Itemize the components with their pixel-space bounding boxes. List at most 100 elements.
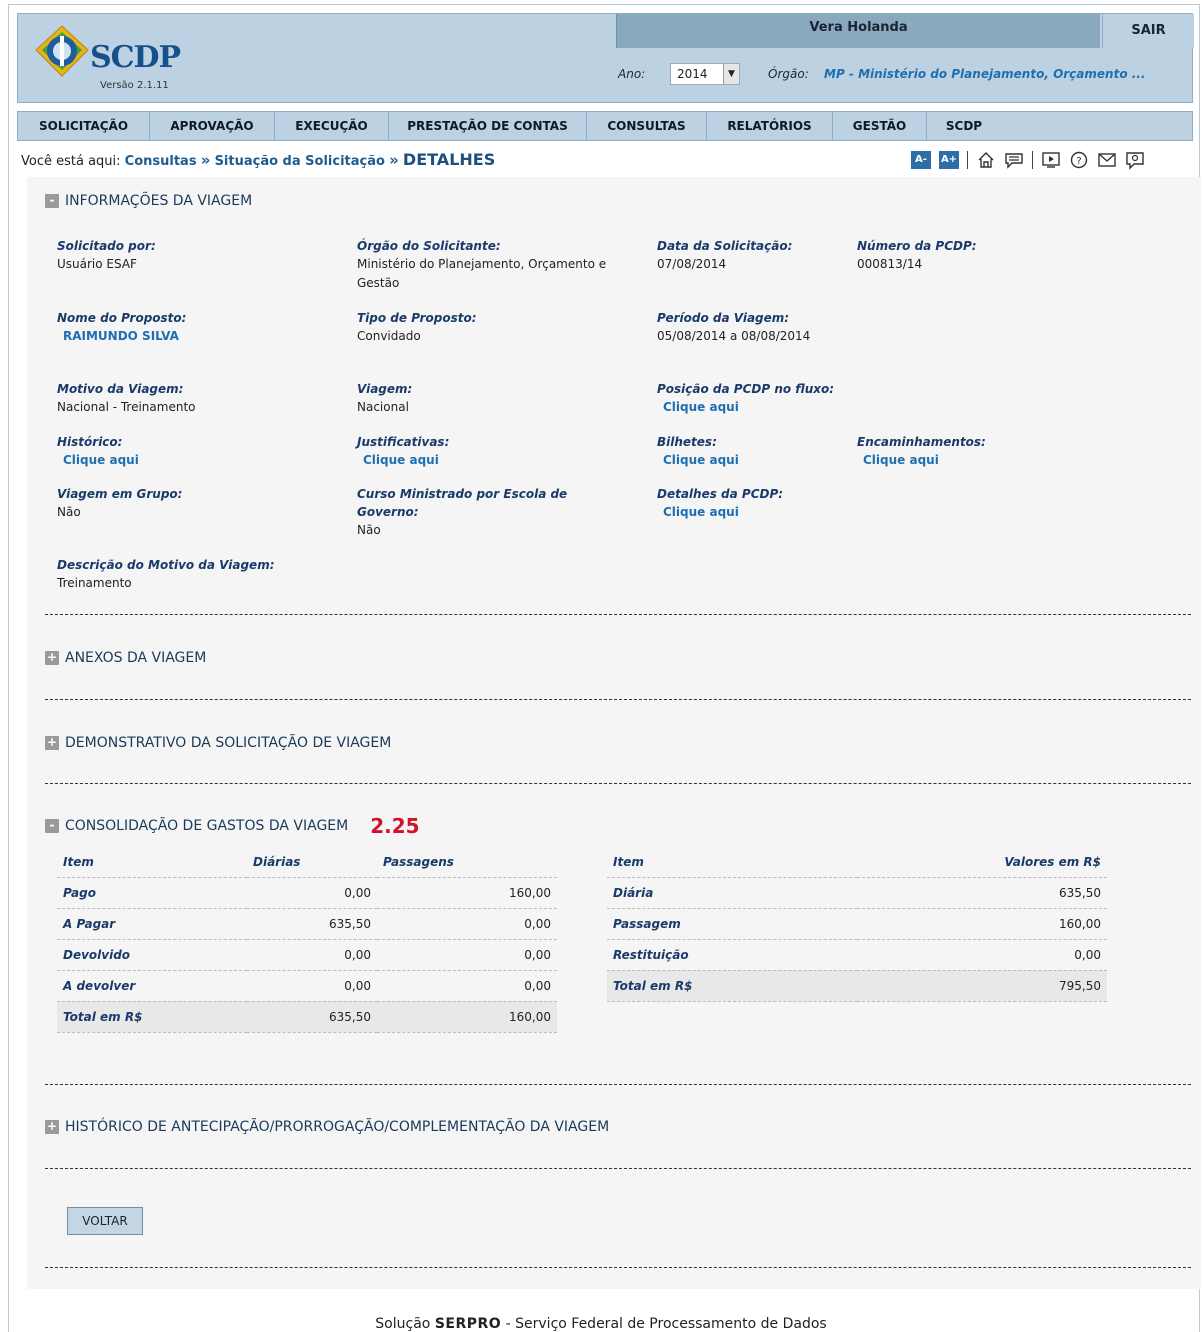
field-label-cont: Governo: (357, 505, 419, 519)
field-label: Detalhes da PCDP: (657, 487, 784, 501)
historico-link[interactable]: Clique aqui (57, 451, 337, 470)
menu-item-execucao[interactable]: EXECUÇÃO (275, 112, 389, 140)
page-frame: SCDP Versão 2.1.11 Vera Holanda SAIR Ano… (8, 4, 1201, 1332)
col-header-valores: Valores em R$ (1004, 854, 1101, 869)
field-value-cont: Gestão (357, 276, 400, 290)
font-increase-button[interactable]: A+ (939, 151, 959, 169)
row-label: Diária (607, 876, 857, 908)
menu-item-solicitacao[interactable]: SOLICITAÇÃO (18, 112, 150, 140)
row-label: Pago (57, 876, 247, 908)
field-historico: Histórico: Clique aqui (57, 433, 337, 470)
help-icon[interactable]: ? (1069, 150, 1089, 170)
feedback-icon[interactable] (1125, 150, 1145, 170)
section-title-informacoes: INFORMAÇÕES DA VIAGEM (65, 193, 253, 209)
section-divider (45, 783, 1191, 784)
field-periodo-viagem: Período da Viagem: 05/08/2014 a 08/08/20… (657, 309, 917, 346)
breadcrumb-current: DETALHES (402, 150, 496, 169)
section-consolidacao[interactable]: - CONSOLIDAÇÃO DE GASTOS DA VIAGEM 2.25 (45, 814, 420, 838)
field-value: 000813/14 (857, 257, 923, 271)
svg-text:?: ? (1076, 156, 1081, 167)
ano-label: Ano: (618, 67, 646, 81)
field-curso: Curso Ministrado por Escola de Governo: … (357, 485, 647, 540)
proposto-link[interactable]: RAIMUNDO SILVA (57, 327, 337, 346)
row-label: A devolver (57, 969, 247, 1001)
field-value: Nacional (357, 400, 409, 414)
field-posicao-fluxo: Posição da PCDP no fluxo: Clique aqui (657, 380, 917, 417)
justificativas-link[interactable]: Clique aqui (357, 451, 647, 470)
field-bilhetes: Bilhetes: Clique aqui (657, 433, 847, 470)
section-informacoes[interactable]: - INFORMAÇÕES DA VIAGEM (45, 193, 252, 209)
menu-item-aprovacao[interactable]: APROVAÇÃO (150, 112, 275, 140)
field-viagem: Viagem: Nacional (357, 380, 647, 417)
menu-item-relatorios[interactable]: RELATÓRIOS (707, 112, 833, 140)
expand-icon[interactable]: + (45, 736, 59, 750)
menu-item-gestao[interactable]: GESTÃO (833, 112, 927, 140)
section-anexos[interactable]: + ANEXOS DA VIAGEM (45, 650, 206, 666)
menu-item-consultas[interactable]: CONSULTAS (587, 112, 707, 140)
cell-passagens: 0,00 (377, 969, 557, 1001)
table-header-row: Item Valores em R$ (607, 847, 1107, 877)
menu-item-scdp[interactable]: SCDP (927, 112, 1001, 140)
content-panel: - INFORMAÇÕES DA VIAGEM Solicitado por: … (27, 177, 1201, 1289)
section-title-consolidacao: CONSOLIDAÇÃO DE GASTOS DA VIAGEM (65, 818, 349, 834)
breadcrumb: Você está aqui: Consultas » Situação da … (21, 150, 495, 169)
bilhetes-link[interactable]: Clique aqui (657, 451, 847, 470)
header: SCDP Versão 2.1.11 Vera Holanda SAIR Ano… (17, 13, 1194, 103)
logout-button[interactable]: SAIR (1102, 14, 1194, 48)
footer-suffix: - Serviço Federal de Processamento de Da… (505, 1316, 827, 1332)
table-row: Devolvido 0,00 0,00 (57, 938, 557, 970)
section-title-demonstrativo: DEMONSTRATIVO DA SOLICITAÇÃO DE VIAGEM (65, 735, 392, 751)
posicao-fluxo-link[interactable]: Clique aqui (657, 398, 917, 417)
double-chevron-icon: » (200, 151, 211, 169)
section-divider (45, 1168, 1191, 1169)
home-icon[interactable] (976, 150, 996, 170)
field-label: Viagem em Grupo: (57, 487, 183, 501)
collapse-icon[interactable]: - (45, 819, 59, 833)
chat-icon[interactable] (1004, 150, 1024, 170)
section-historico[interactable]: + HISTÓRICO DE ANTECIPAÇÃO/PRORROGAÇÃO/C… (45, 1119, 609, 1135)
ano-select[interactable]: 2014 ▼ (670, 63, 740, 85)
font-decrease-button[interactable]: A- (911, 151, 931, 169)
video-icon[interactable] (1041, 150, 1061, 170)
col-header-item: Item (613, 854, 644, 869)
field-label: Número da PCDP: (857, 239, 977, 253)
valores-table: Item Valores em R$ Diária 635,50 Passage… (607, 847, 1107, 1002)
toolbar-divider (1032, 151, 1033, 169)
field-value: Usuário ESAF (57, 257, 137, 271)
field-label: Nome do Proposto: (57, 311, 187, 325)
main-menu: SOLICITAÇÃO APROVAÇÃO EXECUÇÃO PRESTAÇÃO… (17, 111, 1193, 141)
app-name: SCDP (90, 40, 181, 75)
expand-icon[interactable]: + (45, 1120, 59, 1134)
field-label: Encaminhamentos: (857, 435, 986, 449)
menu-item-prestacao-de-contas[interactable]: PRESTAÇÃO DE CONTAS (389, 112, 587, 140)
row-label: Restituição (607, 938, 857, 970)
field-data-solicitacao: Data da Solicitação: 07/08/2014 (657, 237, 847, 274)
field-value: Não (57, 505, 81, 519)
chevron-down-icon[interactable]: ▼ (723, 64, 739, 84)
detalhes-pcdp-link[interactable]: Clique aqui (657, 503, 917, 522)
double-chevron-icon: » (389, 151, 399, 169)
col-header-passagens: Passagens (383, 854, 454, 869)
cell-valor: 795,50 (857, 969, 1107, 1002)
section-divider (45, 614, 1191, 615)
footer: Solução SERPRO - Serviço Federal de Proc… (0, 1316, 1202, 1332)
collapse-icon[interactable]: - (45, 194, 59, 208)
breadcrumb-consultas[interactable]: Consultas (125, 154, 197, 169)
app-version: Versão 2.1.11 (100, 80, 169, 91)
field-detalhes-pcdp: Detalhes da PCDP: Clique aqui (657, 485, 917, 522)
cell-passagens: 160,00 (377, 1000, 557, 1033)
field-tipo-proposto: Tipo de Proposto: Convidado (357, 309, 647, 346)
voltar-button[interactable]: VOLTAR (67, 1207, 143, 1235)
table-row: Diária 635,50 (607, 876, 1107, 908)
row-label: Total em R$ (57, 1000, 247, 1033)
breadcrumb-situacao[interactable]: Situação da Solicitação (215, 154, 385, 169)
table-total-row: Total em R$ 795,50 (607, 969, 1107, 1002)
field-label: Data da Solicitação: (657, 239, 793, 253)
encaminhamentos-link[interactable]: Clique aqui (857, 451, 1057, 470)
field-label: Órgão do Solicitante: (357, 239, 501, 253)
section-demonstrativo[interactable]: + DEMONSTRATIVO DA SOLICITAÇÃO DE VIAGEM (45, 735, 391, 751)
field-value: Convidado (357, 329, 421, 343)
expand-icon[interactable]: + (45, 651, 59, 665)
orgao-value[interactable]: MP - Ministério do Planejamento, Orçamen… (824, 67, 1145, 81)
mail-icon[interactable] (1097, 150, 1117, 170)
